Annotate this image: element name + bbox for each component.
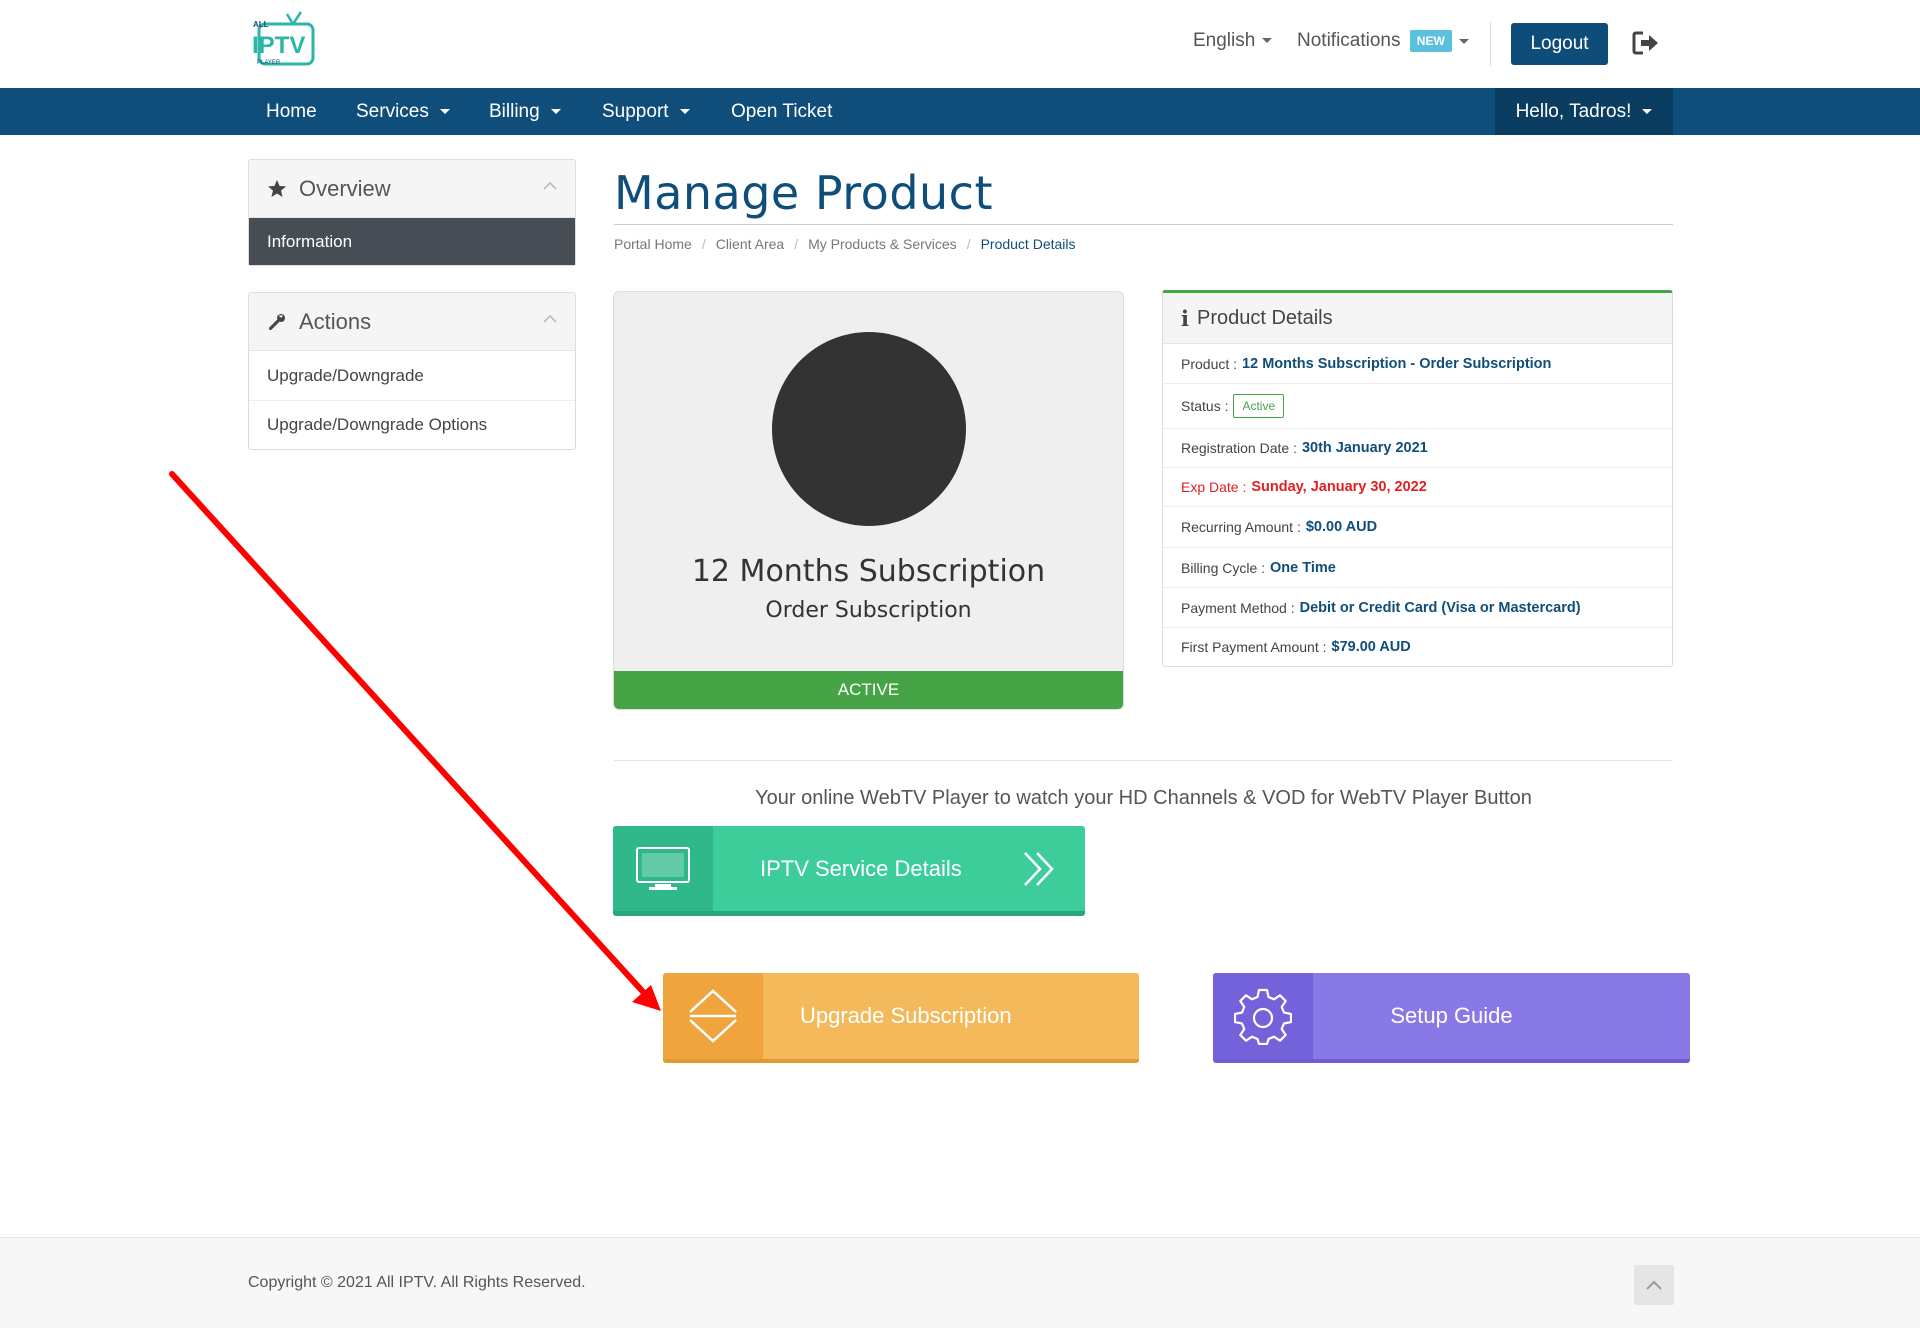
gear-icon <box>1213 973 1313 1059</box>
product-name: 12 Months Subscription <box>691 554 1046 589</box>
product-card: 12 Months Subscription Order Subscriptio… <box>613 291 1124 710</box>
top-header: ALL IPTV PLAYER English Notifications NE… <box>0 0 1920 88</box>
nav-support[interactable]: Support <box>602 88 690 135</box>
product-group: Order Subscription <box>765 598 972 623</box>
detail-row-billing-cycle: Billing Cycle : One Time <box>1163 547 1672 587</box>
chevron-down-icon <box>439 109 450 115</box>
page: ALL IPTV PLAYER English Notifications NE… <box>0 0 1920 1328</box>
nav-home[interactable]: Home <box>266 88 317 135</box>
breadcrumb-product-details: Product Details <box>980 236 1076 252</box>
copyright-text: Copyright © 2021 All IPTV. All Rights Re… <box>248 1274 586 1291</box>
upgrade-arrows-icon <box>663 973 763 1059</box>
svg-text:ALL: ALL <box>253 20 269 29</box>
chevron-down-icon <box>1262 38 1273 44</box>
star-icon <box>268 179 286 197</box>
chevron-down-icon <box>1458 38 1469 44</box>
detail-row-first-payment: First Payment Amount : $79.00 AUD <box>1163 627 1672 666</box>
nav-services[interactable]: Services <box>356 88 450 135</box>
detail-registration-value: 30th January 2021 <box>1301 440 1428 456</box>
sign-out-icon[interactable] <box>1632 30 1660 56</box>
site-logo[interactable]: ALL IPTV PLAYER <box>249 10 319 74</box>
footer: Copyright © 2021 All IPTV. All Rights Re… <box>0 1237 1920 1328</box>
breadcrumb-separator: / <box>701 236 706 252</box>
detail-billing-cycle-value: One Time <box>1270 559 1336 576</box>
upgrade-subscription-button[interactable]: Upgrade Subscription <box>663 973 1139 1063</box>
breadcrumb-client-area[interactable]: Client Area <box>716 236 784 252</box>
wrench-icon <box>268 313 286 330</box>
detail-exp-value: Sunday, January 30, 2022 <box>1251 479 1427 495</box>
nav-open-ticket[interactable]: Open Ticket <box>731 88 832 135</box>
product-image <box>772 332 966 526</box>
setup-guide-button[interactable]: Setup Guide <box>1213 973 1690 1063</box>
product-details-header: i Product Details <box>1163 293 1672 344</box>
chevron-down-icon <box>550 109 561 115</box>
detail-row-product: Product :12 Months Subscription - Order … <box>1181 355 1552 372</box>
actions-panel: Actions Upgrade/Downgrade Upgrade/Downgr… <box>248 292 576 450</box>
breadcrumb-products-services[interactable]: My Products & Services <box>808 236 957 252</box>
product-details-title: Product Details <box>1196 306 1333 329</box>
svg-text:IPTV: IPTV <box>252 32 305 59</box>
detail-row-recurring-amount: Recurring Amount : $0.00 AUD <box>1163 506 1672 547</box>
detail-first-payment-value: $79.00 AUD <box>1331 639 1411 655</box>
main-navbar: Home Services Billing Support Open Ticke… <box>0 88 1920 135</box>
breadcrumb-portal-home[interactable]: Portal Home <box>614 236 692 252</box>
new-badge: NEW <box>1409 30 1452 52</box>
logout-button[interactable]: Logout <box>1511 23 1608 65</box>
webtv-description: Your online WebTV Player to watch your H… <box>755 787 1532 809</box>
chevron-down-icon <box>679 109 690 115</box>
chevron-up-icon[interactable] <box>543 315 557 323</box>
product-details-panel: i Product Details Product :12 Months Sub… <box>1162 290 1673 667</box>
breadcrumb: Portal Home / Client Area / My Products & Se… <box>614 236 1076 252</box>
back-to-top-button[interactable] <box>1634 1265 1674 1305</box>
svg-text:PLAYER: PLAYER <box>257 60 281 66</box>
monitor-icon <box>613 826 713 911</box>
iptv-service-details-button[interactable]: IPTV Service Details <box>613 826 1085 916</box>
info-icon: i <box>1181 305 1189 331</box>
detail-product-value: 12 Months Subscription - Order Subscript… <box>1242 355 1552 372</box>
overview-panel-header[interactable]: Overview <box>249 160 575 218</box>
breadcrumb-separator: / <box>966 236 971 252</box>
status-badge: Active <box>1233 394 1285 418</box>
user-menu[interactable]: Hello, Tadros! <box>1495 88 1673 135</box>
user-greeting: Hello, Tadros! <box>1515 100 1632 122</box>
double-chevron-right-icon <box>995 850 1085 888</box>
sidebar-item-information[interactable]: Information <box>249 218 575 265</box>
notifications-menu[interactable]: Notifications NEW <box>1297 30 1469 52</box>
page-title: Manage Product <box>614 166 993 220</box>
detail-row-registration-date: Registration Date :30th January 2021 <box>1163 428 1672 467</box>
breadcrumb-separator: / <box>794 236 799 252</box>
setup-guide-label: Setup Guide <box>1390 1003 1513 1028</box>
notifications-label: Notifications <box>1297 30 1401 52</box>
header-divider <box>1490 22 1491 66</box>
actions-title: Actions <box>299 308 372 334</box>
detail-payment-method-value: Debit or Credit Card (Visa or Mastercard… <box>1299 599 1581 616</box>
overview-title: Overview <box>299 175 391 201</box>
section-divider <box>614 760 1673 761</box>
title-divider <box>614 224 1673 225</box>
chevron-up-icon[interactable] <box>543 182 557 190</box>
detail-row-status: Status : Active <box>1163 383 1672 428</box>
detail-row-payment-method: Payment Method : Debit or Credit Card (Vi… <box>1163 587 1672 627</box>
iptv-service-details-label: IPTV Service Details <box>760 855 962 881</box>
chevron-down-icon <box>1642 109 1653 114</box>
sidebar-item-upgrade-downgrade-options[interactable]: Upgrade/Downgrade Options <box>249 400 575 449</box>
language-label: English <box>1193 30 1256 51</box>
detail-recurring-value: $0.00 AUD <box>1305 519 1378 535</box>
nav-billing[interactable]: Billing <box>489 88 561 135</box>
language-selector[interactable]: English <box>1193 30 1273 52</box>
actions-panel-header[interactable]: Actions <box>249 293 575 351</box>
sidebar-item-upgrade-downgrade[interactable]: Upgrade/Downgrade <box>249 351 575 400</box>
product-status-bar: ACTIVE <box>614 671 1123 709</box>
upgrade-subscription-label: Upgrade Subscription <box>800 1003 1012 1028</box>
detail-row-exp-date: Exp Date : Sunday, January 30, 2022 <box>1163 467 1672 506</box>
overview-panel: Overview Information <box>248 159 576 266</box>
chevron-up-icon <box>1646 1280 1662 1290</box>
